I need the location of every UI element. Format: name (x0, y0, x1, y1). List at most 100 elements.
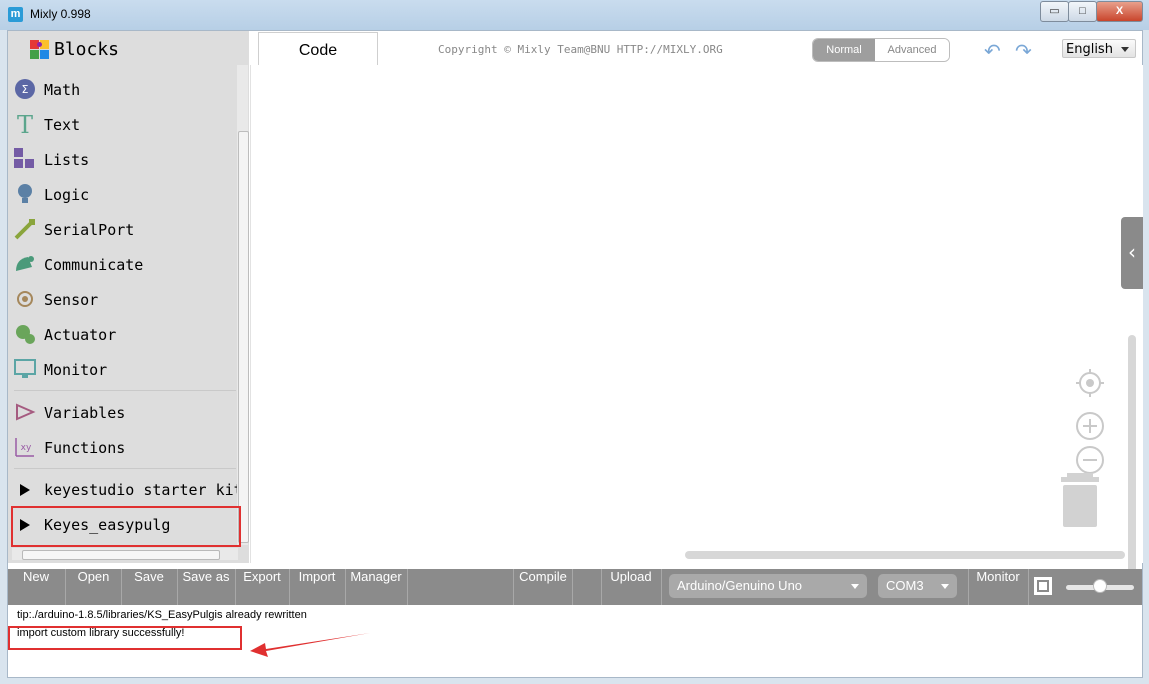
trash-icon[interactable] (1061, 473, 1099, 527)
category-label: Math (44, 81, 81, 99)
functions-icon: xy (15, 438, 34, 457)
new-button[interactable]: New (8, 569, 64, 605)
copyright-text: Copyright © Mixly Team@BNU HTTP://MIXLY.… (438, 43, 723, 56)
sidebar-hscroll-thumb[interactable] (22, 550, 220, 560)
category-divider (14, 390, 236, 391)
category-lists[interactable]: Lists (14, 145, 239, 175)
category-text[interactable]: T Text (14, 110, 239, 140)
blocks-puzzle-icon (30, 40, 49, 59)
maximize-button[interactable]: □ (1068, 1, 1097, 22)
zoom-slider-knob[interactable] (1093, 579, 1107, 593)
svg-text:Σ: Σ (22, 83, 29, 96)
compile-button[interactable]: Compile (514, 569, 572, 605)
category-label: SerialPort (44, 221, 135, 239)
language-select[interactable]: English (1062, 39, 1136, 58)
mixly-app-icon: m (8, 7, 23, 22)
chevron-down-icon (941, 584, 949, 589)
category-label: Functions (44, 439, 126, 457)
category-functions[interactable]: xy Functions (14, 433, 239, 463)
toolbar-divider (1028, 569, 1029, 605)
serialport-icon (14, 219, 35, 240)
console-line: tip:./arduino-1.8.5/libraries/KS_EasyPul… (17, 609, 307, 621)
sensor-icon (17, 291, 33, 307)
bottom-toolbar: New Open Save Save as Export Import Mana… (8, 569, 1142, 605)
monitor-button[interactable]: Monitor (969, 569, 1027, 605)
category-logic[interactable]: Logic (14, 180, 239, 210)
side-panel-toggle[interactable]: ‹ (1121, 217, 1143, 289)
category-math[interactable]: Σ Math (14, 75, 239, 105)
sidebar-scroll-thumb[interactable] (238, 131, 249, 543)
category-monitor[interactable]: Monitor (14, 355, 239, 385)
open-button[interactable]: Open (66, 569, 121, 605)
app-window: m Mixly 0.998 ▭ □ X Blocks Σ Math T Text… (0, 0, 1149, 684)
title-bar: m Mixly 0.998 ▭ □ X (0, 0, 1149, 30)
workspace-horizontal-scrollbar[interactable] (685, 551, 1125, 559)
port-value: COM3 (886, 578, 924, 593)
tab-code[interactable]: Code (258, 32, 378, 66)
redo-icon[interactable]: ↷ (1015, 39, 1032, 63)
language-value: English (1066, 42, 1113, 57)
communicate-icon (16, 256, 34, 271)
manager-button[interactable]: Manager (346, 569, 406, 605)
zoom-out-icon[interactable] (1076, 446, 1104, 474)
category-sensor[interactable]: Sensor (14, 285, 239, 315)
monitor-icon (14, 359, 36, 378)
category-actuator[interactable]: Actuator (14, 320, 239, 350)
chip-icon-core (1039, 582, 1047, 590)
lists-icon (14, 148, 34, 168)
blockly-workspace[interactable]: ‹ (250, 65, 1143, 579)
chevron-down-icon (1121, 47, 1129, 52)
category-label: Variables (44, 404, 126, 422)
save-button[interactable]: Save (122, 569, 176, 605)
mode-advanced-button[interactable]: Advanced (875, 39, 949, 61)
mode-switch[interactable]: Normal Advanced (812, 38, 950, 62)
export-button[interactable]: Export (236, 569, 288, 605)
minimize-button[interactable]: ▭ (1040, 1, 1069, 22)
svg-text:xy: xy (21, 443, 32, 453)
blocks-title: Blocks (54, 39, 120, 60)
category-label: Text (44, 116, 81, 134)
category-label: Sensor (44, 291, 99, 309)
editor-header: Code Copyright © Mixly Team@BNU HTTP://M… (250, 31, 1142, 66)
board-value: Arduino/Genuino Uno (677, 578, 803, 593)
undo-icon[interactable]: ↶ (984, 39, 1001, 63)
toolbar-divider (572, 569, 573, 605)
text-icon: T (17, 113, 33, 135)
board-select[interactable]: Arduino/Genuino Uno (669, 574, 867, 598)
category-variables[interactable]: Variables (14, 398, 239, 428)
toolbar-divider (407, 569, 408, 605)
logic-icon (18, 184, 32, 203)
math-icon: Σ (15, 79, 35, 99)
red-arrow-icon (250, 633, 370, 657)
save-as-button[interactable]: Save as (178, 569, 234, 605)
category-divider (14, 468, 236, 469)
category-label: Logic (44, 186, 90, 204)
client-area: Blocks Σ Math T Text Lists Logic SerialP… (7, 30, 1143, 678)
chevron-down-icon (851, 584, 859, 589)
variables-icon (16, 403, 36, 421)
blocks-header: Blocks (8, 31, 249, 65)
actuator-icon (16, 325, 35, 344)
workspace-vertical-scrollbar[interactable] (1128, 335, 1136, 579)
category-serialport[interactable]: SerialPort (14, 215, 239, 245)
svg-text:T: T (17, 113, 33, 135)
category-communicate[interactable]: Communicate (14, 250, 239, 280)
port-select[interactable]: COM3 (878, 574, 957, 598)
category-label: Lists (44, 151, 90, 169)
zoom-in-icon[interactable] (1076, 412, 1104, 440)
toolbar-divider (661, 569, 662, 605)
highlight-box-extension (11, 506, 241, 547)
category-label: Monitor (44, 361, 108, 379)
blocks-sidebar: Blocks Σ Math T Text Lists Logic SerialP… (8, 31, 249, 563)
import-button[interactable]: Import (290, 569, 344, 605)
close-button[interactable]: X (1096, 1, 1143, 22)
upload-button[interactable]: Upload (602, 569, 660, 605)
expand-arrow-icon[interactable] (20, 484, 30, 496)
highlight-box-message (8, 626, 242, 650)
window-title: Mixly 0.998 (30, 7, 91, 21)
category-label: Actuator (44, 326, 117, 344)
recenter-icon[interactable] (1076, 369, 1104, 397)
ext-keyestudio-starter-kit[interactable]: keyestudio starter kit (44, 481, 243, 499)
category-label: Communicate (44, 256, 144, 274)
mode-normal-button[interactable]: Normal (813, 39, 875, 61)
